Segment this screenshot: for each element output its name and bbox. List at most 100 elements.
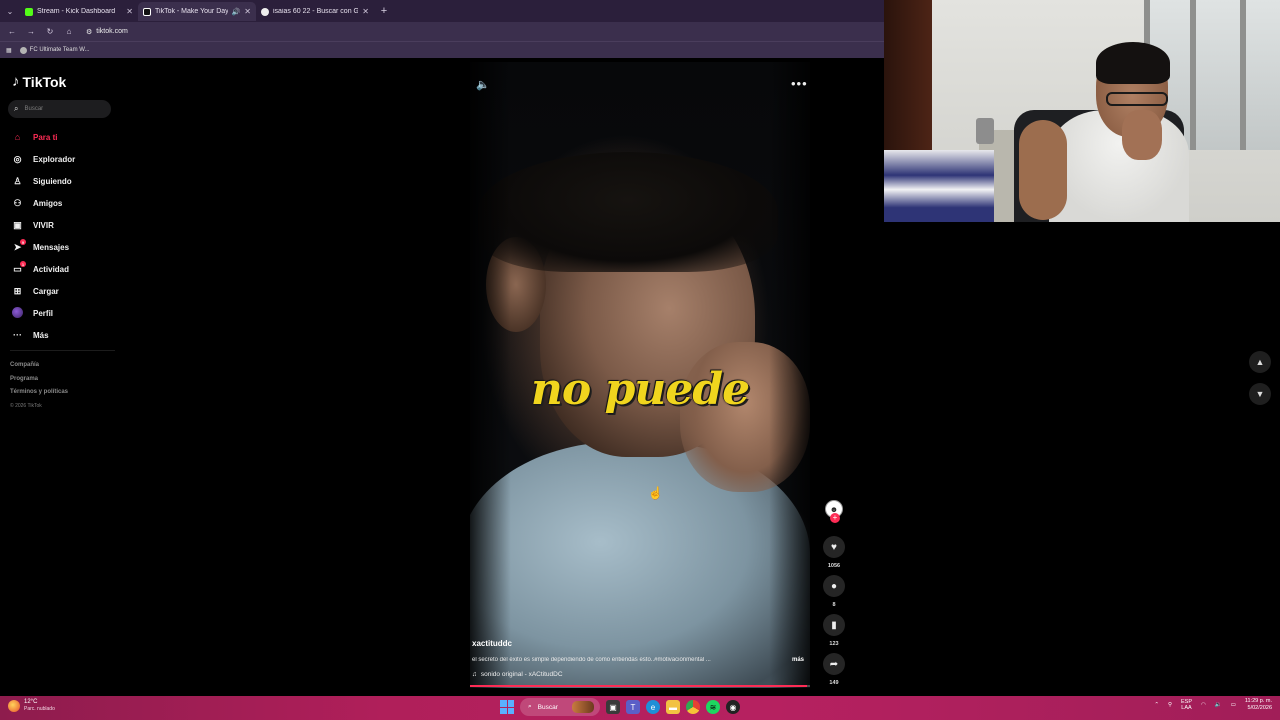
video-progress-bar[interactable] — [470, 685, 810, 687]
home-icon: ⌂ — [14, 132, 21, 142]
notification-badge: 1 — [20, 261, 26, 267]
bookmarks-bar: ▦ FC Ultimate Team W... — [0, 41, 884, 58]
footer-link-company[interactable]: Compañía — [10, 359, 68, 373]
volume-icon[interactable]: 🔈 — [476, 78, 490, 91]
spotify-icon[interactable]: ≋ — [706, 700, 720, 714]
friends-icon: ⚇ — [13, 197, 22, 208]
sidebar-item-vivir[interactable]: ▣ VIVIR — [12, 214, 75, 236]
clock-time: 11:29 p. m. — [1244, 698, 1272, 704]
taskbar-search[interactable]: ⌕ Buscar — [520, 698, 600, 716]
more-icon: ··· — [13, 330, 22, 340]
footer-link-program[interactable]: Programa — [10, 373, 68, 387]
tab-kick[interactable]: Stream - Kick Dashboard ✕ — [20, 2, 138, 21]
search-icon: ⌕ — [14, 104, 19, 113]
windows-start-icon[interactable] — [500, 700, 514, 714]
taskbar-apps: ⌕ Buscar ▣ T e ▬ ≋ ◉ — [500, 698, 740, 716]
wifi-icon[interactable]: ◠ — [1201, 702, 1206, 708]
chrome-icon[interactable] — [686, 700, 700, 714]
save-button[interactable]: ▮ — [823, 614, 845, 636]
weather-widget[interactable]: 12°C Parc. nublado — [8, 699, 55, 713]
music-title: sonido original - xACtitudDC — [480, 671, 563, 678]
tiktok-logo[interactable]: ♪ TikTok — [12, 73, 66, 90]
close-tab-icon[interactable]: ✕ — [244, 7, 251, 16]
sidebar-item-explorador[interactable]: ◎ Explorador — [12, 148, 76, 170]
language-indicator[interactable]: ESP LAA — [1181, 699, 1192, 711]
share-button[interactable]: ➦ — [823, 653, 845, 675]
windows-taskbar: 12°C Parc. nublado ⌕ Buscar ▣ T e ▬ ≋ ◉ … — [0, 696, 1280, 720]
sidebar-item-mas[interactable]: ··· Más — [12, 324, 75, 346]
forward-icon[interactable]: → — [25, 27, 37, 36]
weather-icon — [8, 700, 20, 712]
keyboard-layout: LAA — [1181, 705, 1192, 711]
task-view-icon[interactable]: ▣ — [606, 700, 620, 714]
new-tab-button[interactable]: + — [374, 0, 394, 22]
video-player[interactable]: no puede — [470, 62, 810, 688]
location-icon[interactable]: ⚲ — [1168, 702, 1172, 708]
heart-icon: ♥ — [831, 541, 837, 553]
footer-link-terms[interactable]: Términos y políticas — [10, 386, 68, 400]
volume-icon[interactable]: 🔉 — [1215, 702, 1222, 708]
tab-google[interactable]: isaias 60 22 - Buscar con Goog ✕ — [256, 2, 374, 21]
webcam-arm — [1019, 120, 1067, 220]
next-video-button[interactable]: ▼ — [1249, 383, 1271, 405]
video-progress-fill — [470, 685, 807, 687]
system-tray: ⌃ ⚲ ESP LAA ◠ 🔉 ▭ 11:29 p. m. 5/02/2026 — [1154, 698, 1272, 712]
like-button[interactable]: ♥ — [823, 536, 845, 558]
sidebar-item-siguiendo[interactable]: ♙ Siguiendo — [12, 170, 75, 192]
video-username[interactable]: xactituddc — [472, 639, 512, 648]
follow-plus-icon[interactable]: + — [830, 513, 840, 523]
bookmark-icon: ▮ — [831, 619, 837, 631]
previous-video-button[interactable]: ▲ — [1249, 351, 1271, 373]
logo-text: TikTok — [22, 73, 67, 90]
teams-icon[interactable]: T — [626, 700, 640, 714]
bookmark-label: FC Ultimate Team W... — [29, 47, 90, 53]
sidebar-item-cargar[interactable]: ⊞ Cargar — [12, 280, 75, 302]
comment-button[interactable]: ● — [823, 575, 845, 597]
search-input[interactable]: ⌕ Buscar — [8, 100, 111, 118]
close-tab-icon[interactable]: ✕ — [126, 7, 133, 16]
live-icon: ▣ — [13, 219, 22, 230]
apps-icon[interactable]: ▦ — [6, 47, 12, 54]
creator-avatar[interactable]: ☻ + — [825, 500, 843, 523]
video-music[interactable]: ♫ sonido original - xACtitudDC — [472, 671, 563, 678]
edge-icon[interactable]: e — [646, 700, 660, 714]
reload-icon[interactable]: ↻ — [44, 27, 56, 36]
like-count: 1056 — [827, 563, 841, 569]
sidebar-item-perfil[interactable]: Perfil — [12, 302, 75, 324]
obs-icon[interactable]: ◉ — [726, 700, 740, 714]
site-info-icon[interactable]: ⚙ — [86, 28, 92, 36]
save-count: 123 — [829, 641, 839, 647]
tiktok-note-icon: ♪ — [12, 73, 20, 90]
chevron-up-icon: ▲ — [1255, 357, 1265, 367]
taskbar-clock[interactable]: 11:29 p. m. 5/02/2026 — [1245, 698, 1272, 712]
sidebar-divider — [10, 350, 115, 351]
more-options-icon[interactable]: ••• — [791, 76, 808, 91]
sidebar-item-label: VIVIR — [33, 220, 54, 230]
file-explorer-icon[interactable]: ▬ — [666, 700, 680, 714]
home-icon[interactable]: ⌂ — [63, 27, 75, 36]
video-description: el secreto del éxito es simple dependien… — [472, 657, 711, 663]
description-more-link[interactable]: más — [792, 657, 804, 663]
sidebar-item-label: Actividad — [33, 264, 70, 274]
speaker-icon[interactable]: 🔊 — [232, 8, 241, 16]
sidebar-item-actividad[interactable]: ▭ 1 Actividad — [12, 258, 75, 280]
google-favicon-icon — [261, 7, 269, 16]
bookmark-favicon-icon — [19, 46, 27, 54]
clock-date: 5/02/2026 — [1247, 705, 1272, 711]
address-bar: ← → ↻ ⌂ ⚙ tiktok.com — [0, 22, 884, 41]
sidebar-item-mensajes[interactable]: ➤ 9 Mensajes — [12, 236, 75, 258]
sidebar-item-label: Amigos — [33, 198, 63, 208]
tab-title: isaias 60 22 - Buscar con Goog — [273, 8, 359, 15]
tab-tiktok[interactable]: TikTok - Make Your Day 🔊 ✕ — [138, 2, 256, 21]
tab-search-icon[interactable]: ⌄ — [0, 0, 20, 22]
battery-icon[interactable]: ▭ — [1231, 702, 1236, 708]
close-tab-icon[interactable]: ✕ — [362, 7, 369, 16]
search-placeholder: Buscar — [24, 106, 44, 112]
chevron-up-icon[interactable]: ⌃ — [1154, 702, 1159, 708]
bookmark-item[interactable]: FC Ultimate Team W... — [19, 46, 90, 54]
sidebar-item-amigos[interactable]: ⚇ Amigos — [12, 192, 75, 214]
browser-tab-bar: ⌄ Stream - Kick Dashboard ✕ TikTok - Mak… — [0, 0, 884, 22]
url-field[interactable]: ⚙ tiktok.com — [86, 28, 128, 36]
sidebar-item-para-ti[interactable]: ⌂ Para ti — [12, 126, 75, 148]
back-icon[interactable]: ← — [6, 27, 18, 36]
